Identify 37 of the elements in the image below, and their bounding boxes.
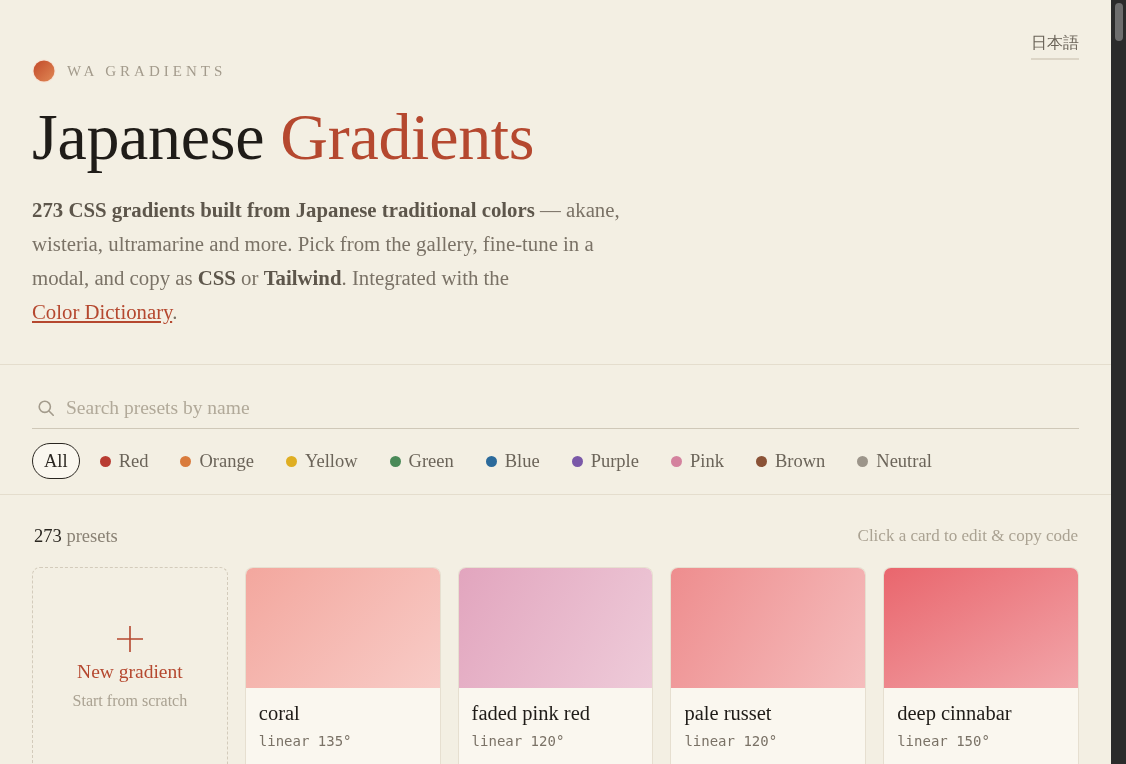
- preset-name: pale russet: [684, 701, 772, 726]
- new-gradient-title: New gradient: [77, 660, 183, 684]
- search-icon: [38, 400, 54, 416]
- preset-name: faded pink red: [471, 701, 590, 726]
- gradient-card[interactable]: faded pink red linear 120°: [457, 567, 654, 764]
- page-title: Japanese Gradients: [32, 102, 536, 172]
- gradient-card[interactable]: deep cinnabar linear 150°: [883, 567, 1079, 764]
- logo-icon: [32, 59, 56, 83]
- gradient-card[interactable]: coral linear 135°: [244, 567, 441, 764]
- gradient-spec: linear 120°: [684, 732, 778, 751]
- new-gradient-subtitle: Start from scratch: [72, 691, 188, 711]
- gradient-spec: linear 150°: [897, 732, 990, 751]
- filter-chip[interactable]: Yellow: [273, 443, 370, 479]
- filter-chip[interactable]: All: [32, 443, 80, 479]
- dictionary-link[interactable]: Color Dictionary: [32, 300, 173, 323]
- plus-icon: [116, 626, 143, 652]
- gradient-card[interactable]: pale russet linear 120°: [670, 567, 867, 764]
- preset-name: coral: [258, 701, 300, 726]
- new-gradient-card[interactable]: New gradient Start from scratch: [32, 567, 228, 764]
- gradient-spec: linear 135°: [258, 732, 352, 751]
- filter-chip[interactable]: Orange: [168, 443, 266, 479]
- scrollbar[interactable]: [1111, 0, 1126, 764]
- brand-name: WA GRADIENTS: [67, 62, 227, 80]
- filter-chip[interactable]: Blue: [473, 443, 552, 479]
- preset-count: 273 presets: [34, 525, 118, 547]
- filter-chip[interactable]: Green: [377, 443, 466, 479]
- filter-chip[interactable]: Neutral: [845, 443, 944, 479]
- filter-chip[interactable]: Purple: [559, 443, 651, 479]
- filter-chip[interactable]: Red: [87, 443, 161, 479]
- gradient-spec: linear 120°: [471, 732, 565, 751]
- hero-description: 273 CSS gradients built from Japanese traditional colors — akane, wisteria, ultramarine and more. Pick from the gallery, fine-tune in a modal, and copy as CSS or Tailwind. Integrated with the Color Dictionary.: [32, 197, 621, 326]
- search-input[interactable]: Search presets by name: [66, 388, 1079, 428]
- preset-name: deep cinnabar: [897, 701, 1012, 726]
- language-link[interactable]: 日本語: [1031, 33, 1079, 60]
- filter-chip[interactable]: Brown: [743, 443, 838, 479]
- hint-text: Click a card to edit & copy code: [857, 526, 1078, 546]
- filter-chip[interactable]: Pink: [659, 443, 736, 479]
